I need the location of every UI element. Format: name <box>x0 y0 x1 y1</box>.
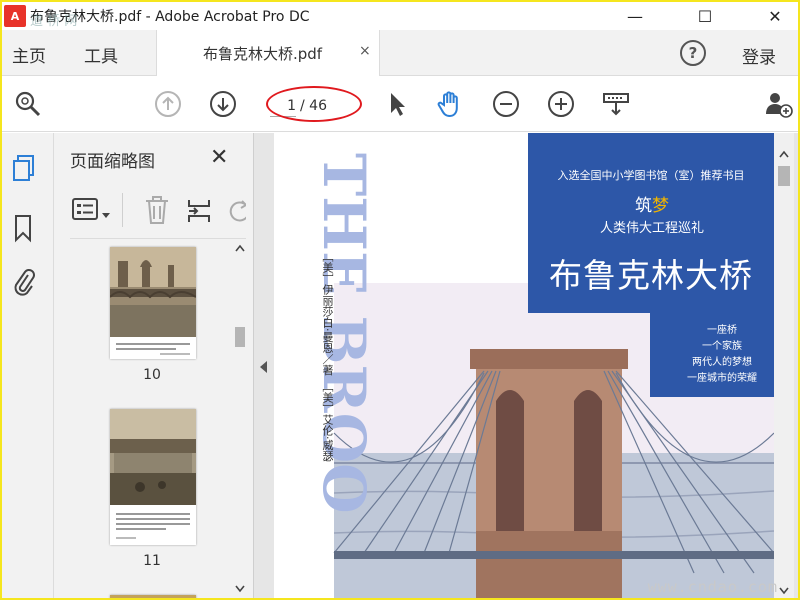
page-thumbnail[interactable] <box>110 595 196 598</box>
print-production-icon[interactable] <box>600 88 632 120</box>
site-watermark: www.cndao.com <box>647 578 778 596</box>
site-logo-watermark: 道 桥 网 <box>30 14 78 29</box>
page-thumbnail[interactable] <box>109 247 197 359</box>
document-scrollbar[interactable] <box>774 133 794 598</box>
next-page-icon[interactable] <box>207 88 239 120</box>
insert-page-icon[interactable] <box>186 197 212 229</box>
zoom-out-icon[interactable] <box>490 88 522 120</box>
title-bar: A 布鲁克林大桥.pdf - Adobe Acrobat Pro DC — ☐ … <box>2 2 798 30</box>
hand-tool-icon[interactable] <box>435 88 467 120</box>
share-user-icon[interactable] <box>762 88 794 120</box>
options-menu-icon[interactable] <box>72 197 98 221</box>
thumbnail-page-label: 11 <box>143 553 161 569</box>
acrobat-icon: A <box>4 5 26 27</box>
cover-tagline: 两代人的梦想 <box>692 357 752 368</box>
document-tab[interactable]: 布鲁克林大桥.pdf × <box>156 30 380 76</box>
cover-dream-word: 梦 <box>652 196 669 216</box>
page-number-input[interactable] <box>270 95 296 117</box>
bookmarks-icon[interactable] <box>11 213 35 243</box>
close-tab-button[interactable]: × <box>359 43 371 59</box>
select-cursor-icon[interactable] <box>381 88 413 120</box>
menu-bar: 主页 工具 布鲁克林大桥.pdf × ? 登录 <box>2 30 798 76</box>
page-navigator: / 46 <box>270 93 358 119</box>
search-zoom-icon[interactable] <box>12 88 44 120</box>
thumbnail-scrollbar[interactable] <box>232 241 248 598</box>
thumbnail-panel: 页面缩略图 ✕ 10 11 <box>54 133 254 598</box>
navigation-rail <box>2 133 54 598</box>
cover-tagline: 一个家族 <box>702 341 742 352</box>
cover-dream-prefix: 筑 <box>635 196 652 216</box>
document-view: THE BROO ［美］伊丽莎白·曼恩／著 ［美］艾伦·威瑟 入选全国中小学图书… <box>254 133 798 598</box>
attachments-icon[interactable] <box>11 267 35 297</box>
zoom-in-icon[interactable] <box>545 88 577 120</box>
thumbnail-page-label: 10 <box>143 367 161 383</box>
rotate-page-icon[interactable] <box>226 197 246 225</box>
cover-author: ［美］伊丽莎白·曼恩／著 ［美］艾伦·威瑟 <box>321 251 334 462</box>
maximize-button[interactable]: ☐ <box>682 2 728 30</box>
panel-toolbar <box>70 185 246 239</box>
close-window-button[interactable]: ✕ <box>752 2 798 30</box>
delete-page-icon[interactable] <box>144 195 170 229</box>
login-button[interactable]: 登录 <box>742 43 776 68</box>
close-panel-button[interactable]: ✕ <box>210 145 228 170</box>
pdf-page: THE BROO ［美］伊丽莎白·曼恩／著 ［美］艾伦·威瑟 入选全国中小学图书… <box>274 133 774 598</box>
page-total: / 46 <box>300 98 327 114</box>
menu-home[interactable]: 主页 <box>12 42 46 67</box>
cover-title: 布鲁克林大桥 <box>549 256 753 295</box>
page-thumbnails-icon[interactable] <box>11 153 35 183</box>
cover-recommendation: 入选全国中小学图书馆（室）推荐书目 <box>557 169 745 182</box>
cover-series: 人类伟大工程巡礼 <box>599 221 704 236</box>
toolbar: / 46 <box>2 76 798 132</box>
panel-title: 页面缩略图 <box>70 152 155 172</box>
app-window: A 布鲁克林大桥.pdf - Adobe Acrobat Pro DC — ☐ … <box>0 0 800 600</box>
chevron-down-icon[interactable] <box>101 205 111 224</box>
cover-dream-heading: 筑梦 <box>552 191 752 216</box>
menu-tools[interactable]: 工具 <box>84 42 118 67</box>
help-icon[interactable]: ? <box>680 40 706 66</box>
cover-tagline: 一座城市的荣耀 <box>687 373 757 384</box>
collapse-panel-arrow[interactable] <box>260 361 267 373</box>
toolbar-divider <box>122 193 123 227</box>
page-thumbnail[interactable] <box>110 409 196 545</box>
previous-page-icon[interactable] <box>152 88 184 120</box>
document-tab-label: 布鲁克林大桥.pdf <box>203 45 323 63</box>
thumbnail-list: 10 11 <box>54 241 230 598</box>
minimize-button[interactable]: — <box>612 2 658 30</box>
cover-tagline: 一座桥 <box>707 325 737 336</box>
